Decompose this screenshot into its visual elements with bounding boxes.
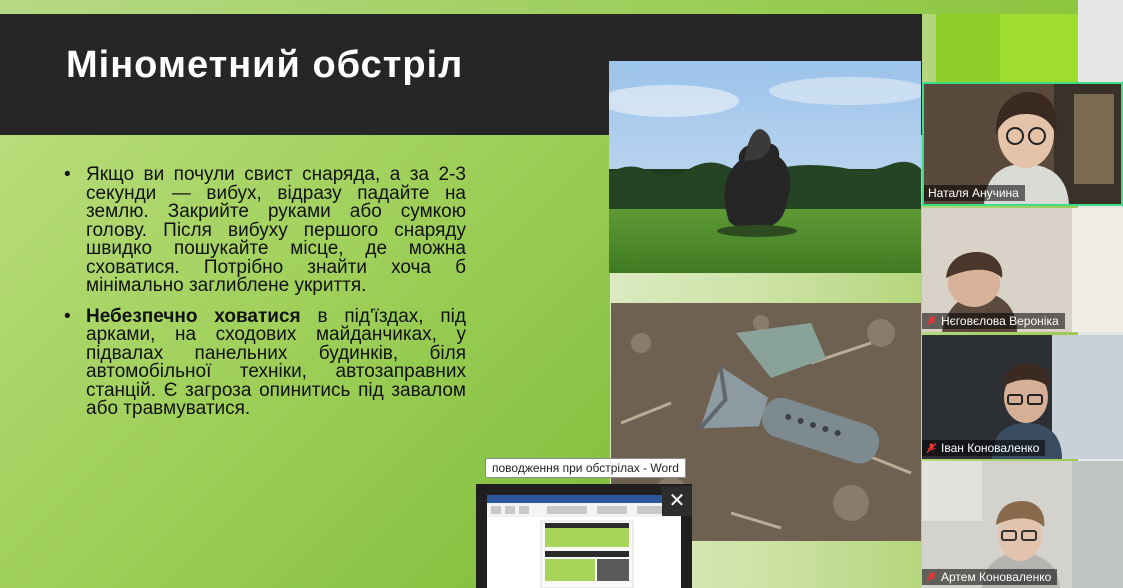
participant-tile[interactable]: Наталя Анучина	[922, 82, 1123, 206]
participant-name: Артем Коноваленко	[941, 570, 1052, 584]
slide-title: Мінометний обстріл	[66, 44, 464, 86]
window-preview-tooltip: поводження при обстрілах - Word	[485, 458, 686, 478]
participant-name-tag: Нєговєлова Вероніка	[922, 313, 1065, 329]
bullet-text: Якщо ви почули свист снаряда, а за 2-3 с…	[86, 164, 466, 296]
participant-tile[interactable]: Іван Коноваленко	[922, 335, 1123, 459]
word-document-thumbnail[interactable]	[487, 495, 681, 588]
participant-name: Іван Коноваленко	[941, 441, 1040, 455]
participant-name: Нєговєлова Вероніка	[941, 314, 1059, 328]
slide-accent-block-light	[1000, 14, 1078, 84]
bullet-item: Небезпечно ховатися в під'їздах, під арк…	[64, 307, 466, 419]
close-icon[interactable]: ✕	[662, 486, 692, 516]
slide-top-strip	[0, 0, 1078, 14]
participant-name-tag: Наталя Анучина	[924, 185, 1025, 201]
participant-name-tag: Артем Коноваленко	[922, 569, 1058, 585]
mic-muted-icon	[926, 315, 937, 327]
bullet-item: Якщо ви почули свист снаряда, а за 2-3 с…	[64, 164, 466, 296]
mic-muted-icon	[926, 442, 937, 454]
participant-name-tag: Іван Коноваленко	[922, 440, 1046, 456]
participant-name: Наталя Анучина	[928, 186, 1019, 200]
participant-tile[interactable]: Нєговєлова Вероніка	[922, 208, 1123, 332]
participant-tile[interactable]: Артем Коноваленко	[922, 461, 1123, 588]
slide-bullet-list: Якщо ви почули свист снаряда, а за 2-3 с…	[64, 164, 466, 431]
explosion-photo	[609, 61, 921, 273]
mic-muted-icon	[926, 571, 937, 583]
